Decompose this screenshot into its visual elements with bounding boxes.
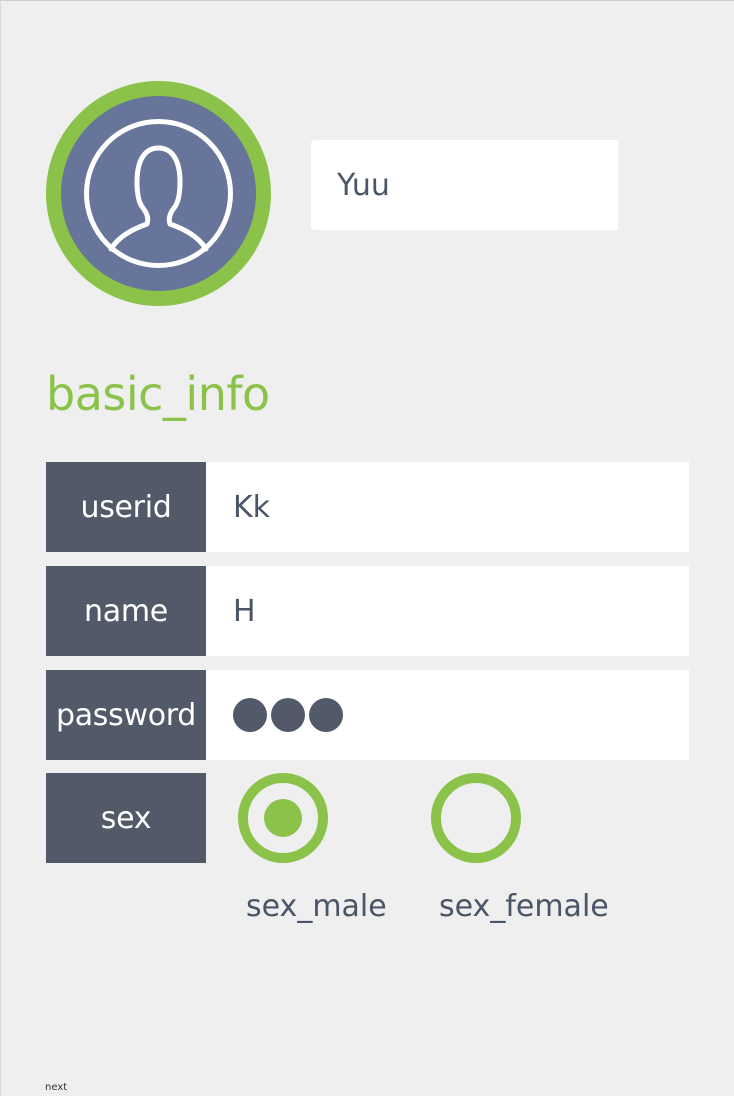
password-mask-dot (233, 698, 267, 732)
name-label: name (46, 566, 206, 656)
sex-label: sex (46, 773, 206, 863)
sex-male-label[interactable]: sex_male (246, 889, 387, 924)
next-link[interactable]: next (45, 1082, 67, 1093)
userid-label: userid (46, 462, 206, 552)
password-mask-dot (309, 698, 343, 732)
password-row: password (46, 670, 689, 760)
password-mask-dot (271, 698, 305, 732)
userid-row: userid (46, 462, 689, 552)
name-input[interactable] (206, 566, 689, 656)
avatar-image (61, 96, 256, 291)
name-row: name (46, 566, 689, 656)
sex-row: sex (46, 773, 689, 863)
sex-female-radio[interactable] (431, 773, 521, 863)
password-mask (233, 698, 343, 732)
sex-female-label[interactable]: sex_female (439, 889, 609, 924)
avatar[interactable] (46, 81, 271, 306)
sex-male-radio[interactable] (238, 773, 328, 863)
userid-input[interactable] (206, 462, 689, 552)
password-label: password (46, 670, 206, 760)
nickname-input[interactable] (311, 140, 618, 230)
user-silhouette-icon (84, 119, 233, 268)
section-title: basic_info (46, 367, 270, 421)
radio-selected-dot (264, 799, 302, 837)
